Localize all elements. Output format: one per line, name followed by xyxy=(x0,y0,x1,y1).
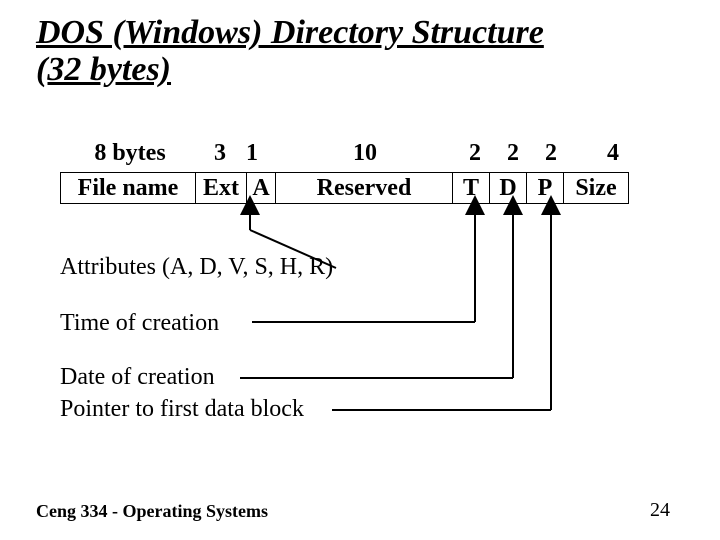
bytes-label-ptr: 2 xyxy=(536,140,566,167)
slide: DOS (Windows) Directory Structure (32 by… xyxy=(0,0,720,540)
slide-title: DOS (Windows) Directory Structure (32 by… xyxy=(36,14,686,89)
cell-size: Size xyxy=(564,173,629,204)
cell-attr: A xyxy=(247,173,276,204)
bytes-label-time: 2 xyxy=(460,140,490,167)
bytes-label-date: 2 xyxy=(498,140,528,167)
label-time: Time of creation xyxy=(60,310,219,337)
cell-ext: Ext xyxy=(196,173,247,204)
bytes-label-filename: 8 bytes xyxy=(70,140,190,167)
title-line-1: DOS (Windows) Directory Structure xyxy=(36,14,544,51)
layout-table: File name Ext A Reserved T D P Size xyxy=(60,172,629,204)
label-pointer: Pointer to first data block xyxy=(60,396,304,423)
title-line-2: (32 bytes) xyxy=(36,51,171,88)
cell-ptr: P xyxy=(527,173,564,204)
bytes-label-attr: 1 xyxy=(240,140,264,167)
cell-filename: File name xyxy=(61,173,196,204)
footer-course: Ceng 334 - Operating Systems xyxy=(36,501,268,522)
footer-page: 24 xyxy=(650,499,670,522)
cell-reserved: Reserved xyxy=(276,173,453,204)
bytes-label-size: 4 xyxy=(588,140,638,167)
label-date: Date of creation xyxy=(60,364,215,391)
cell-date: D xyxy=(490,173,527,204)
cell-time: T xyxy=(453,173,490,204)
bytes-label-reserved: 10 xyxy=(290,140,440,167)
bytes-label-ext: 3 xyxy=(200,140,240,167)
label-attributes: Attributes (A, D, V, S, H, R) xyxy=(60,254,333,281)
